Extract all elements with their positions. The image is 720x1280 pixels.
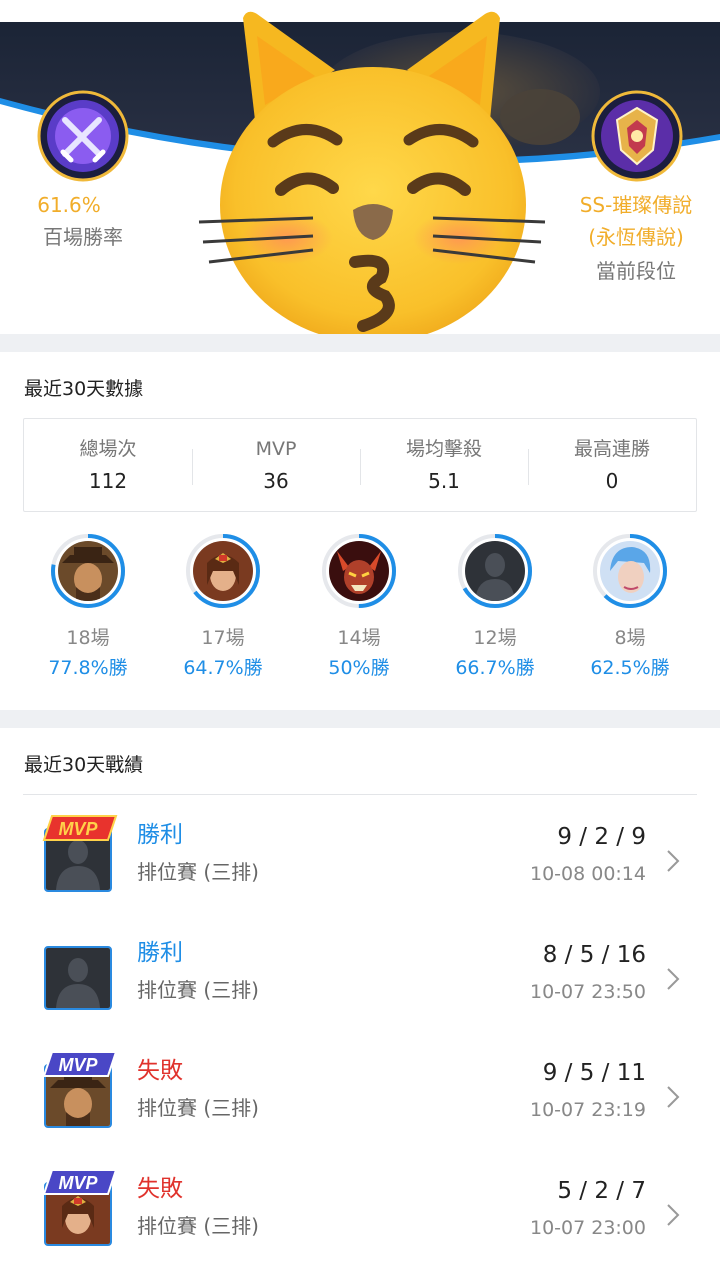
placeholder-silhouette-avatar: [465, 541, 525, 601]
win-rate-ring: [591, 532, 669, 610]
mvp-badge: MVP: [42, 1169, 118, 1195]
wonder-woman-hero-avatar: [193, 541, 253, 601]
hero-win-rate: 66.7%勝: [455, 657, 535, 679]
match-result: 勝利: [137, 940, 183, 966]
match-mode: 排位賽 (三排): [137, 978, 259, 1002]
match-kda: 5 / 2 / 7: [557, 1178, 646, 1204]
chevron-right-icon: [667, 850, 680, 872]
match-mode: 排位賽 (三排): [137, 1214, 259, 1238]
stat-mvp: MVP 36: [192, 419, 360, 511]
stat-label: 最高連勝: [573, 438, 650, 460]
match-time: 10-07 23:00: [529, 1217, 646, 1239]
stat-value: 0: [605, 469, 619, 493]
match-kda: 8 / 5 / 16: [542, 942, 646, 968]
win-rate-ring: [184, 532, 262, 610]
cowboy-hero-avatar: [58, 541, 118, 601]
rank-value-sub: (永恆傳說): [588, 225, 684, 249]
match-time: 10-08 00:14: [529, 863, 646, 885]
match-mode: 排位賽 (三排): [137, 1096, 259, 1120]
hero-item[interactable]: 17場 64.7%勝: [156, 532, 290, 684]
hero-games: 18場: [66, 627, 110, 649]
hero-games: 12場: [473, 627, 517, 649]
win-rate-ring: [456, 532, 534, 610]
mvp-badge-text: MVP: [58, 1173, 98, 1193]
kissing-cat-emoji: [198, 11, 546, 343]
match-result: 失敗: [137, 1058, 183, 1084]
hero-item[interactable]: 12場 66.7%勝: [428, 532, 562, 684]
crossed-swords-badge-icon: [37, 90, 129, 182]
mvp-badge: MVP: [42, 815, 118, 841]
mvp-badge: MVP: [42, 1051, 118, 1077]
stat-label: 場均擊殺: [405, 438, 482, 460]
match-result: 失敗: [137, 1176, 183, 1202]
hero-win-rate: 64.7%勝: [183, 657, 263, 679]
hero-usage-row: 18場 77.8%勝 17場 64.7%勝 14場 50%勝 12場 66.7%…: [0, 532, 720, 682]
win-rate-ring: [49, 532, 127, 610]
stat-value: 36: [263, 469, 289, 493]
hero-win-rate: 62.5%勝: [590, 657, 670, 679]
hero-games: 17場: [201, 627, 245, 649]
blue-hair-hero-avatar: [600, 541, 660, 601]
match-result: 勝利: [137, 822, 183, 848]
placeholder-silhouette-avatar: [44, 946, 112, 1010]
match-row[interactable]: MVP 勝利 排位賽 (三排) 9 / 2 / 9 10-08 00:14: [0, 814, 720, 932]
hero-win-rate: 77.8%勝: [48, 657, 128, 679]
demon-hero-avatar: [329, 541, 389, 601]
stat-value: 112: [88, 469, 128, 493]
stat-total-games: 總場次 112: [24, 419, 192, 511]
chevron-right-icon: [667, 1086, 680, 1108]
hero-item[interactable]: 8場 62.5%勝: [563, 532, 697, 684]
win-rate-label: 百場勝率: [43, 225, 123, 249]
section-divider: [0, 334, 720, 352]
stat-win-streak: 最高連勝 0: [528, 419, 696, 511]
stats-summary: 總場次 112 MVP 36 場均擊殺 5.1 最高連勝 0: [23, 418, 697, 512]
match-kda: 9 / 2 / 9: [557, 824, 646, 850]
hero-item[interactable]: 18場 77.8%勝: [21, 532, 155, 684]
section-divider: [0, 710, 720, 728]
chevron-right-icon: [667, 968, 680, 990]
match-time: 10-07 23:50: [529, 981, 646, 1003]
match-row[interactable]: 勝利 排位賽 (三排) 8 / 5 / 16 10-07 23:50: [0, 932, 720, 1050]
stat-label: 總場次: [79, 438, 137, 460]
mvp-badge-text: MVP: [58, 819, 98, 839]
hero-win-rate: 50%勝: [328, 657, 390, 679]
match-kda: 9 / 5 / 11: [542, 1060, 646, 1086]
rank-value: SS-璀璨傳說: [579, 193, 693, 217]
match-row[interactable]: MVP 失敗 排位賽 (三排) 5 / 2 / 7 10-07 23:00: [0, 1168, 720, 1280]
matches-section-title: 最近30天戰績: [24, 754, 144, 776]
win-rate-value: 61.6%: [37, 193, 101, 217]
match-row[interactable]: MVP 失敗 排位賽 (三排) 9 / 5 / 11 10-07 23:19: [0, 1050, 720, 1168]
hero-item[interactable]: 14場 50%勝: [292, 532, 426, 684]
stats-section-title: 最近30天數據: [24, 378, 144, 400]
hero-games: 8場: [614, 627, 646, 649]
hero-games: 14場: [337, 627, 381, 649]
stat-value: 5.1: [428, 469, 460, 493]
list-divider: [23, 794, 697, 795]
stat-avg-kills: 場均擊殺 5.1: [360, 419, 528, 511]
chevron-right-icon: [667, 1204, 680, 1226]
win-rate-ring: [320, 532, 398, 610]
stat-label: MVP: [255, 438, 297, 460]
mvp-badge-text: MVP: [58, 1055, 98, 1075]
match-mode: 排位賽 (三排): [137, 860, 259, 884]
legend-rank-crest-icon: [591, 90, 683, 182]
rank-label: 當前段位: [596, 259, 676, 283]
match-time: 10-07 23:19: [529, 1099, 646, 1121]
